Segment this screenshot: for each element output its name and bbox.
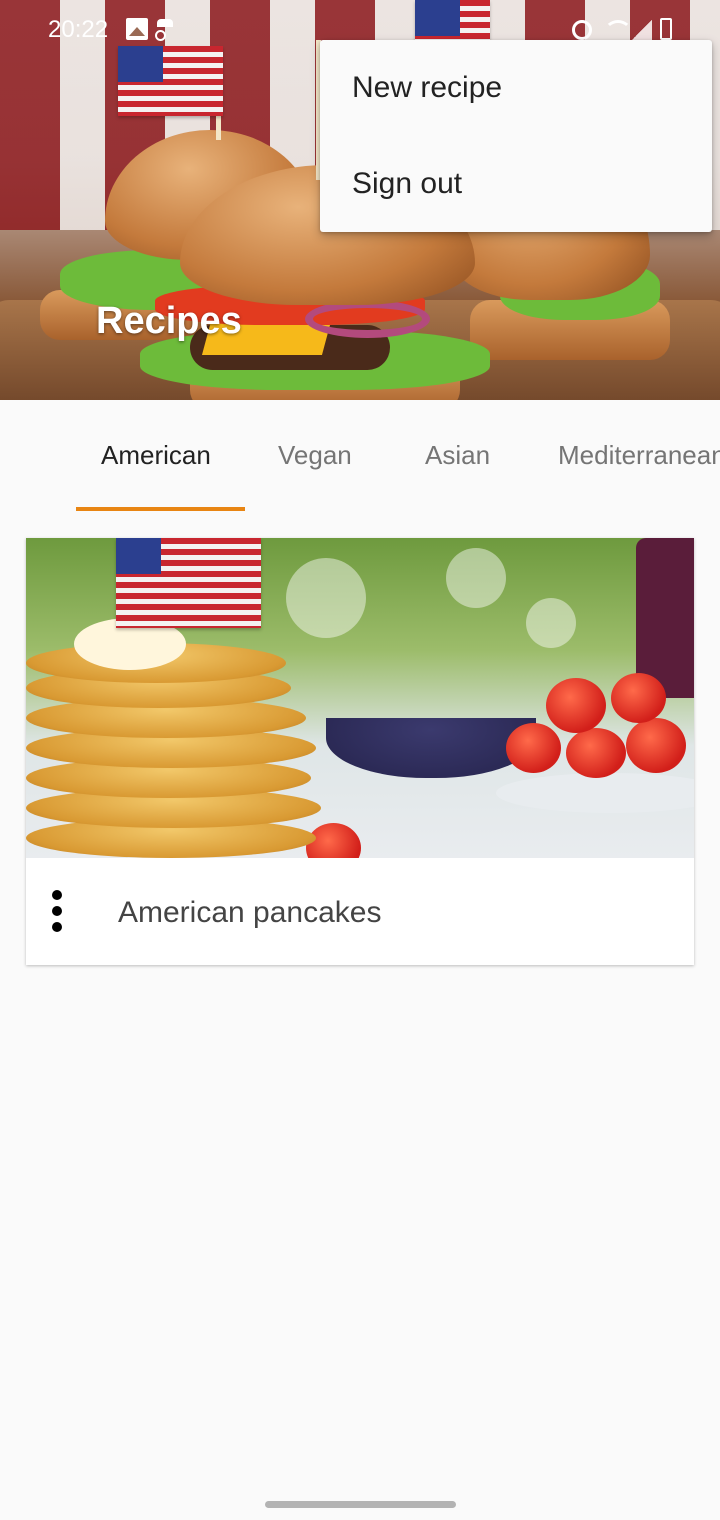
strawberry [506,723,561,773]
bokeh-light [286,558,366,638]
bokeh-light [526,598,576,648]
burger-onion [305,300,430,338]
bokeh-light [446,548,506,608]
recipe-card[interactable]: American pancakes [26,538,694,965]
tab-indicator [76,507,245,511]
strawberry [566,728,626,778]
blueberry-bowl [326,718,536,778]
navigation-handle[interactable] [265,1501,456,1508]
recipe-title: American pancakes [118,896,382,929]
more-vert-icon[interactable] [48,890,64,934]
menu-item-sign-out[interactable]: Sign out [320,136,712,232]
signal-icon [632,20,652,40]
tab-mediterranean[interactable]: Mediterranean [558,440,720,471]
strawberry [626,718,686,773]
tab-asian[interactable]: Asian [425,440,490,471]
tab-american[interactable]: American [101,440,211,471]
strawberry [611,673,666,723]
menu-item-new-recipe[interactable]: New recipe [320,40,712,136]
flag-decoration [116,538,261,628]
strawberry [546,678,606,733]
battery-icon [660,18,672,40]
gallery-icon [126,18,148,40]
status-time: 20:22 [48,16,109,43]
recipe-image [26,538,694,858]
incognito-icon [154,18,176,41]
tab-vegan[interactable]: Vegan [278,440,352,471]
page-title: Recipes [96,300,242,342]
recipes-screen: Recipes 20:22 New recipe Sign out Americ… [0,0,720,1520]
wifi-icon [602,18,632,40]
overflow-menu: New recipe Sign out [320,40,712,232]
category-tabs: American Vegan Asian Mediterranean [0,400,720,512]
strawberry-plate [496,773,694,813]
alarm-icon [572,20,592,40]
